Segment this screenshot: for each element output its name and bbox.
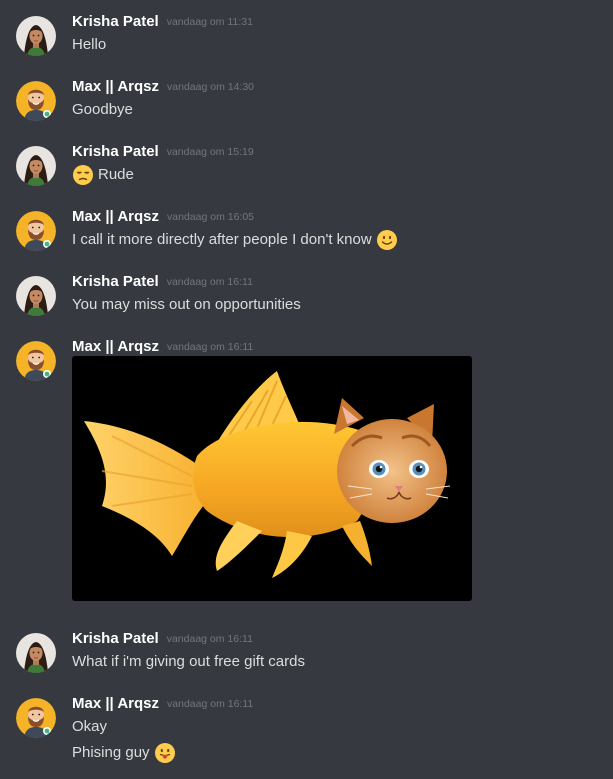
message-line: I call it more directly after people I d…: [72, 229, 398, 251]
message-header: Max || Arqsz vandaag om 14:30: [72, 75, 254, 99]
message-text: You may miss out on opportunities: [72, 296, 301, 313]
message-text: What if i'm giving out free gift cards: [72, 653, 305, 670]
bearded-man-avatar-icon: [16, 698, 56, 738]
image-attachment[interactable]: [72, 356, 472, 601]
author-name[interactable]: Krisha Patel: [72, 273, 159, 290]
goldfish-with-kitten-head-image: [84, 371, 451, 578]
woman-avatar-icon: [16, 276, 56, 316]
max-avatar[interactable]: [16, 211, 56, 251]
timestamp[interactable]: vandaag om 16:11: [167, 341, 253, 353]
woman-avatar-icon: [16, 146, 56, 186]
bearded-man-avatar-icon: [16, 81, 56, 121]
author-name[interactable]: Krisha Patel: [72, 13, 159, 30]
message-header: Krisha Patel vandaag om 11:31: [72, 10, 253, 34]
krisha-avatar[interactable]: [16, 276, 56, 316]
message-text: Okay: [72, 718, 108, 735]
message-line: You may miss out on opportunities: [72, 294, 301, 316]
slightly-smiling-face-emoji[interactable]: [376, 229, 398, 251]
krisha-avatar[interactable]: [16, 633, 56, 673]
bearded-man-avatar-icon: [16, 211, 56, 251]
unamused-face-emoji[interactable]: [72, 164, 94, 186]
timestamp[interactable]: vandaag om 11:31: [167, 16, 253, 28]
message-header: Max || Arqsz vandaag om 16:05: [72, 205, 254, 229]
author-name[interactable]: Max || Arqsz: [72, 208, 159, 225]
message-line: Goodbye: [72, 99, 133, 121]
face-with-tongue-emoji[interactable]: [154, 742, 176, 764]
message-line: Okay: [72, 716, 107, 738]
message-header: Krisha Patel vandaag om 16:11: [72, 627, 253, 651]
timestamp[interactable]: vandaag om 16:11: [167, 276, 253, 288]
timestamp[interactable]: vandaag om 16:05: [167, 211, 254, 223]
message-text: Goodbye: [72, 101, 133, 118]
woman-avatar-icon: [16, 633, 56, 673]
message-header: Krisha Patel vandaag om 16:11: [72, 270, 253, 294]
author-name[interactable]: Krisha Patel: [72, 143, 159, 160]
timestamp[interactable]: vandaag om 16:11: [167, 698, 253, 710]
max-avatar[interactable]: [16, 341, 56, 381]
timestamp[interactable]: vandaag om 14:30: [167, 81, 254, 93]
bearded-man-avatar-icon: [16, 341, 56, 381]
message-header: Max || Arqsz vandaag om 16:11: [72, 692, 253, 716]
author-name[interactable]: Krisha Patel: [72, 630, 159, 647]
woman-avatar-icon: [16, 16, 56, 56]
message-text: Rude: [98, 166, 134, 183]
message-text: Hello: [72, 36, 107, 53]
timestamp[interactable]: vandaag om 15:19: [167, 146, 254, 158]
author-name[interactable]: Max || Arqsz: [72, 338, 159, 355]
krisha-avatar[interactable]: [16, 146, 56, 186]
message-text: I call it more directly after people I d…: [72, 231, 372, 248]
message-line: Hello: [72, 34, 106, 56]
message-line: Rude: [72, 164, 134, 186]
message-line: Phising guy: [72, 742, 176, 764]
max-avatar[interactable]: [16, 81, 56, 121]
author-name[interactable]: Max || Arqsz: [72, 695, 159, 712]
message-line: What if i'm giving out free gift cards: [72, 651, 305, 673]
author-name[interactable]: Max || Arqsz: [72, 78, 159, 95]
message-text: Phising guy: [72, 744, 150, 761]
timestamp[interactable]: vandaag om 16:11: [167, 633, 253, 645]
max-avatar[interactable]: [16, 698, 56, 738]
krisha-avatar[interactable]: [16, 16, 56, 56]
message-header: Krisha Patel vandaag om 15:19: [72, 140, 254, 164]
